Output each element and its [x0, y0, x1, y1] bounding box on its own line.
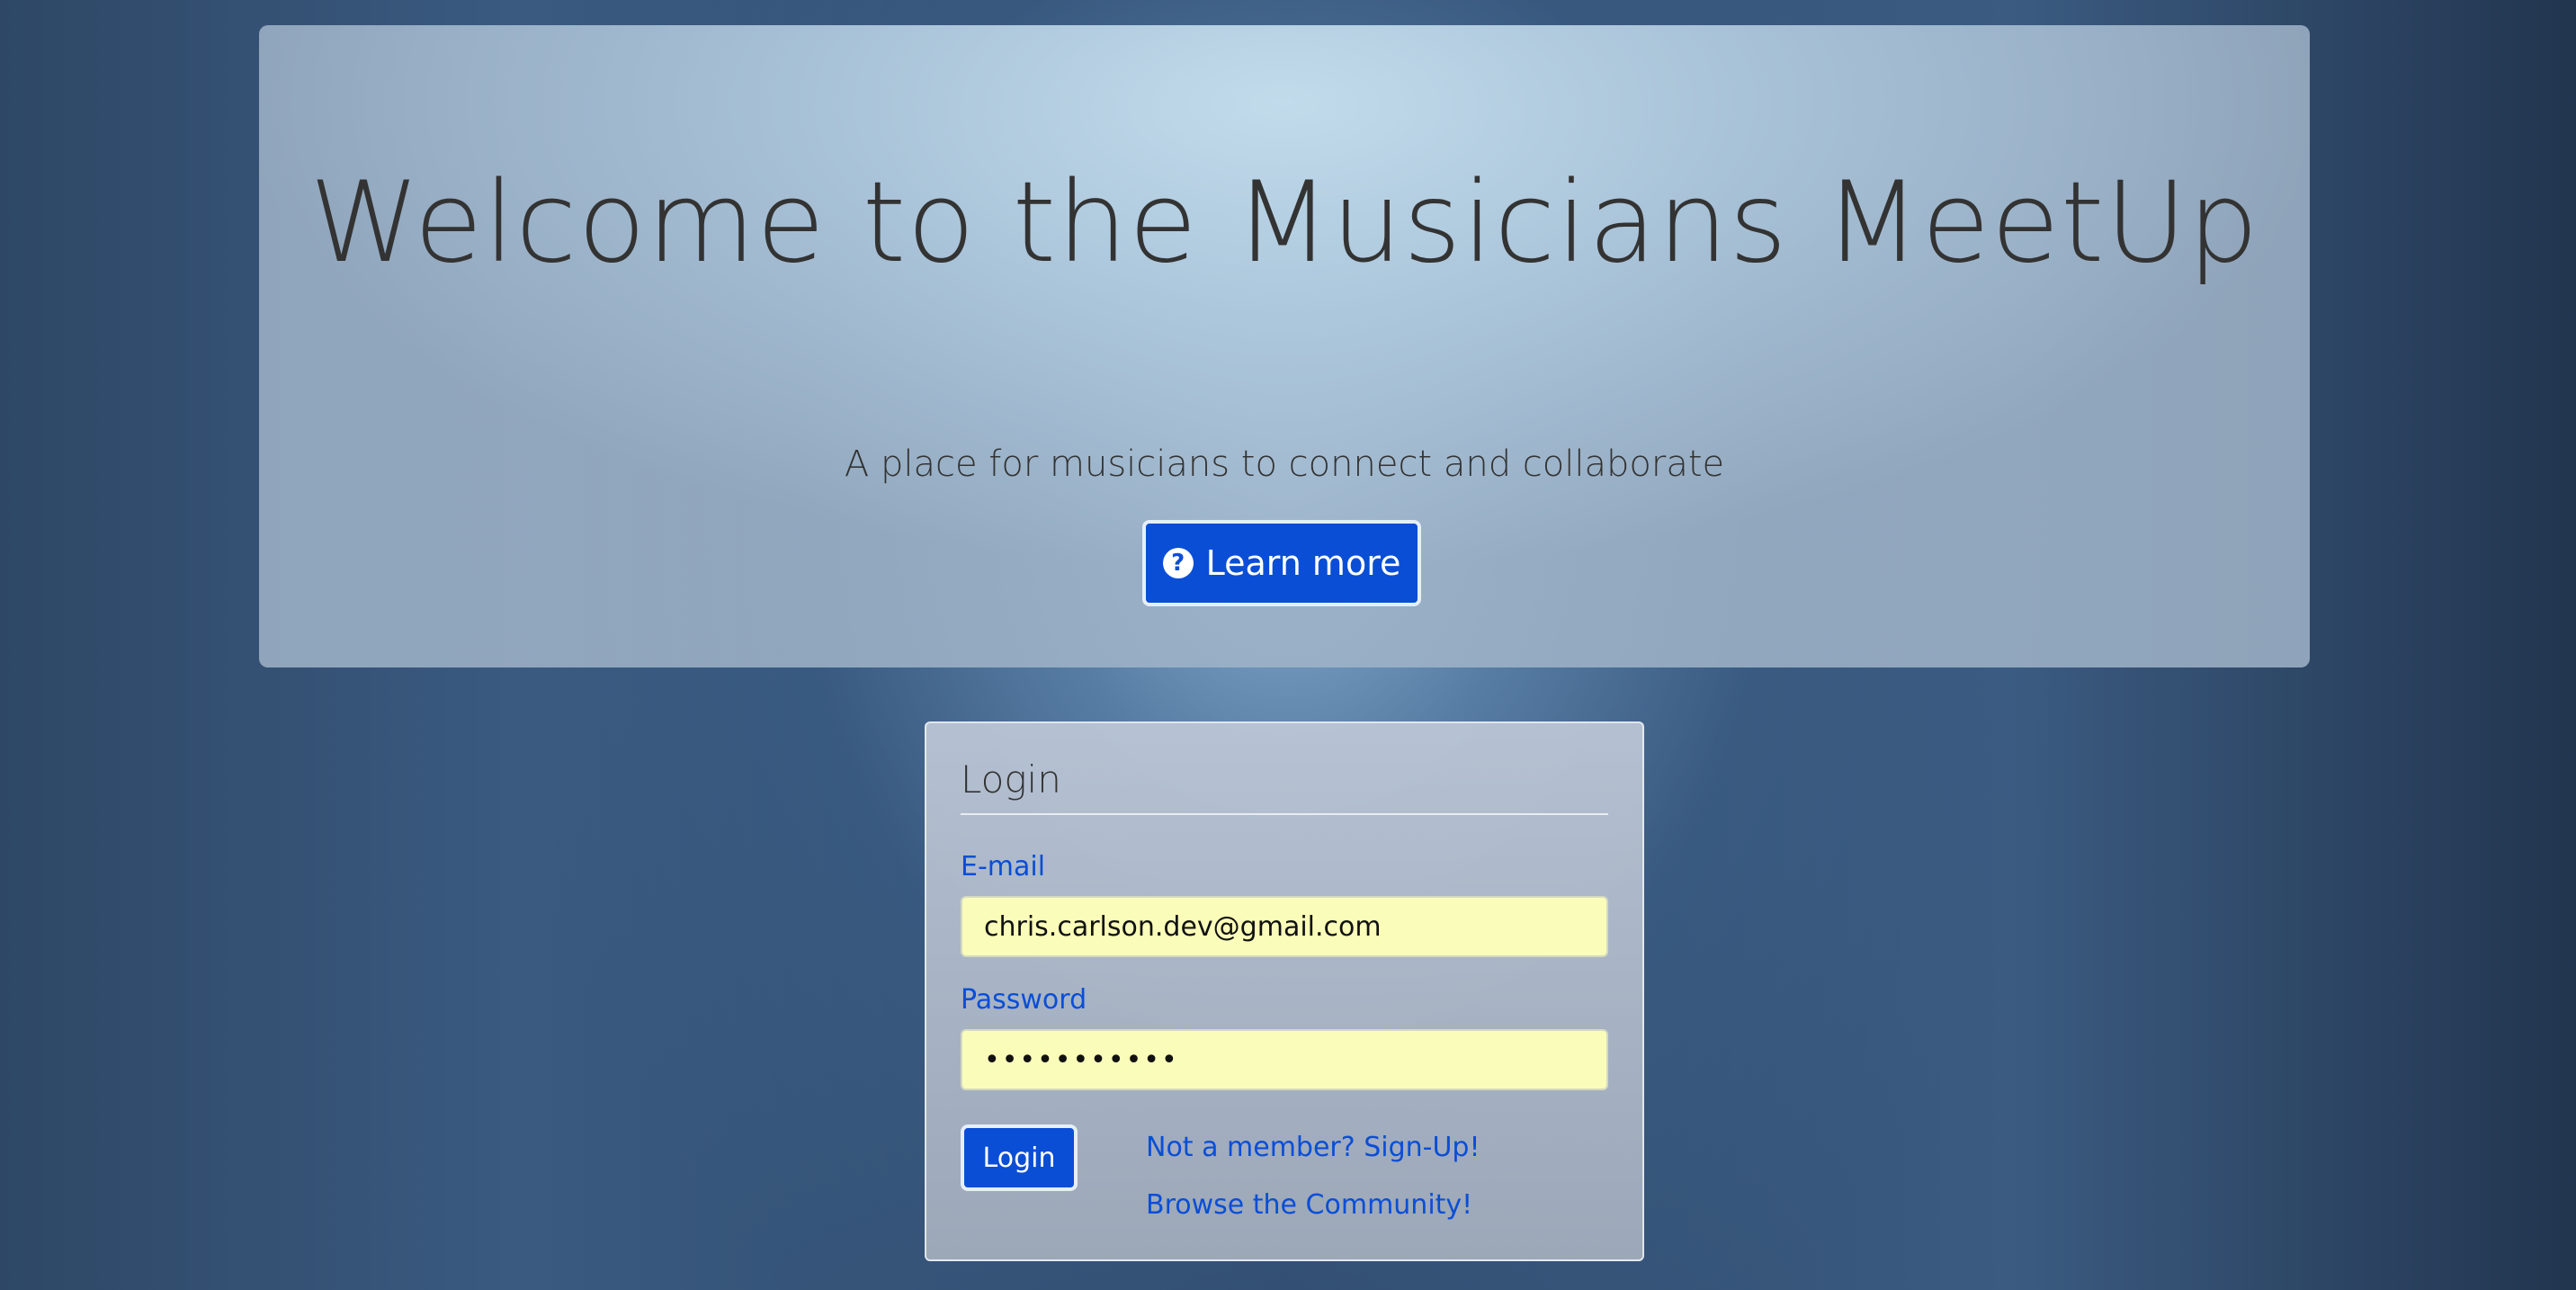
page-title: Welcome to the Musicians MeetUp	[309, 158, 2259, 288]
login-divider	[961, 813, 1608, 815]
signup-link[interactable]: Not a member? Sign-Up!	[1146, 1132, 1480, 1163]
login-title: Login	[961, 757, 1061, 802]
password-field[interactable]	[961, 1029, 1608, 1090]
browse-community-link[interactable]: Browse the Community!	[1146, 1189, 1472, 1221]
hero-jumbotron: Welcome to the Musicians MeetUp A place …	[259, 25, 2310, 667]
email-field[interactable]	[961, 896, 1608, 957]
password-label: Password	[961, 984, 1087, 1016]
page-subtitle: A place for musicians to connect and col…	[844, 443, 1725, 485]
login-panel: Login E-mail Password Login Not a member…	[925, 721, 1644, 1261]
question-circle-icon: ?	[1162, 548, 1194, 578]
learn-more-label: Learn more	[1205, 543, 1401, 583]
login-button[interactable]: Login	[961, 1124, 1078, 1191]
learn-more-button[interactable]: ? Learn more	[1142, 520, 1421, 606]
email-label: E-mail	[961, 851, 1046, 882]
